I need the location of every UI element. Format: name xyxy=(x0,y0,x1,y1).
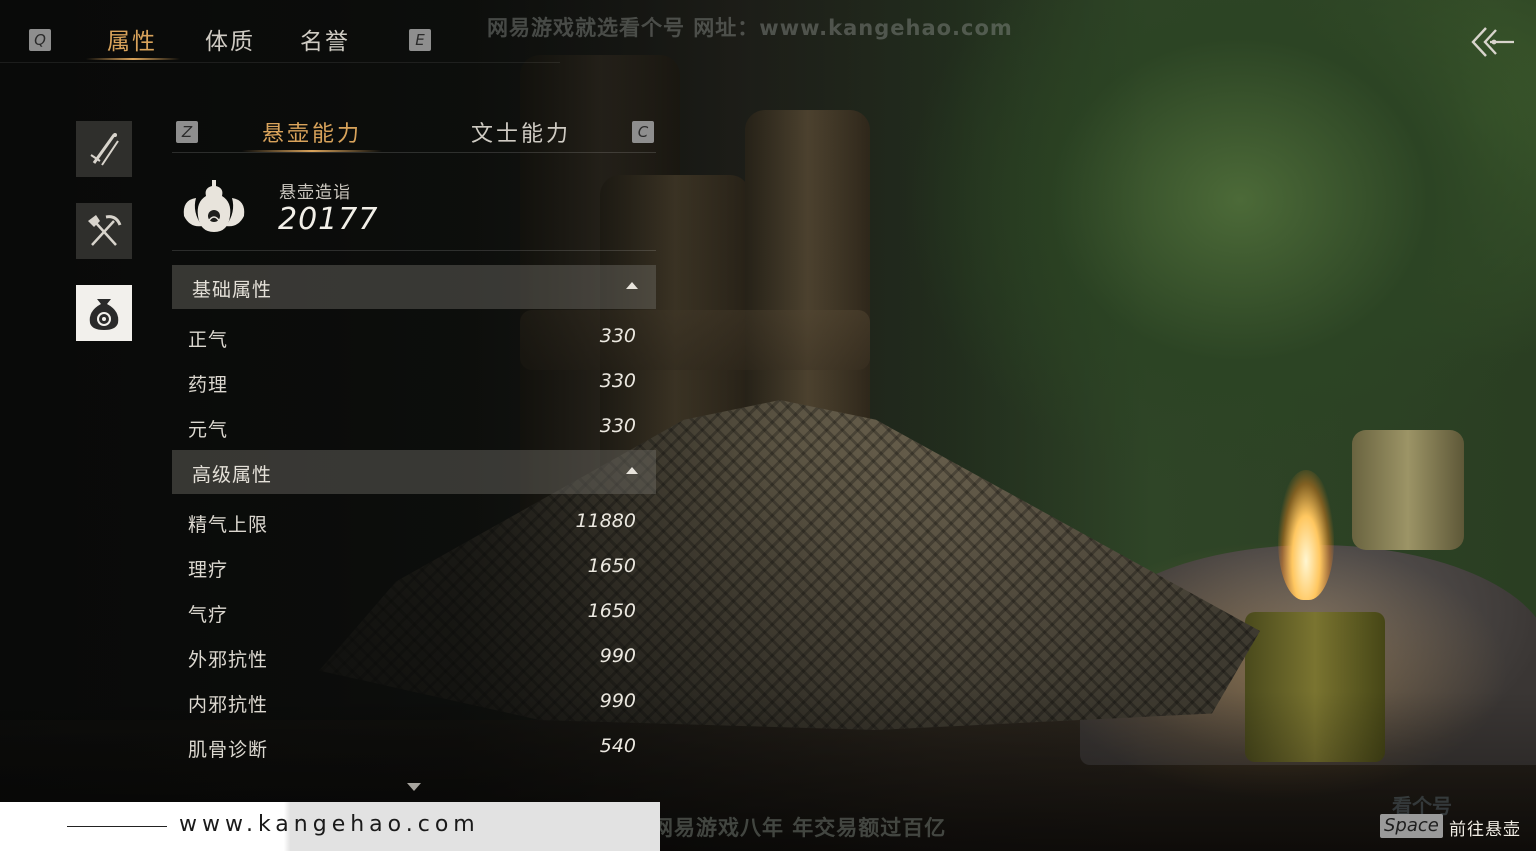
footer-divider xyxy=(67,826,167,827)
stat-value: 990 xyxy=(599,690,636,712)
stat-name: 元气 xyxy=(188,419,229,441)
stat-name: 精气上限 xyxy=(188,514,269,536)
stat-row: 药理 330 xyxy=(172,360,656,405)
stat-value: 540 xyxy=(599,735,636,757)
stat-value: 330 xyxy=(599,325,636,347)
mastery-value: 20177 xyxy=(278,202,379,237)
stat-row: 肌骨诊断 540 xyxy=(172,725,656,770)
footer-url: www.kangehao.com xyxy=(179,812,480,837)
watermark-top: 网易游戏就选看个号 网址：www.kangehao.com xyxy=(487,16,1013,40)
side-tab-martial[interactable] xyxy=(76,121,132,177)
stat-name: 药理 xyxy=(188,374,229,396)
stat-row: 正气 330 xyxy=(172,315,656,360)
back-arrow-icon xyxy=(1471,27,1514,57)
stat-row: 内邪抗性 990 xyxy=(172,680,656,725)
section-title: 基础属性 xyxy=(192,279,273,301)
stat-row: 元气 330 xyxy=(172,405,656,450)
stat-name: 外邪抗性 xyxy=(188,649,269,671)
stat-row: 气疗 1650 xyxy=(172,590,656,635)
space-key-hint[interactable]: Space xyxy=(1380,814,1443,838)
pouch-icon xyxy=(89,299,119,330)
tab-reputation[interactable]: 名誉 xyxy=(300,22,350,56)
stat-value: 330 xyxy=(599,415,636,437)
tab-constitution[interactable]: 体质 xyxy=(205,22,255,56)
prev-tab-key[interactable]: Q xyxy=(29,29,51,51)
stat-name: 正气 xyxy=(188,329,229,351)
goto-medicine-action[interactable]: 前往悬壶 xyxy=(1449,815,1521,840)
prev-subtab-key[interactable]: Z xyxy=(176,121,198,143)
section-advanced-attributes[interactable]: 高级属性 xyxy=(172,450,656,494)
stat-name: 气疗 xyxy=(188,604,229,626)
scroll-down-icon[interactable] xyxy=(407,783,421,791)
stat-value: 330 xyxy=(599,370,636,392)
stat-value: 1650 xyxy=(587,555,636,577)
active-tab-underline xyxy=(86,58,180,60)
sub-tab-bar: Z 悬壶能力 文士能力 C xyxy=(172,108,656,153)
sword-brush-icon xyxy=(90,133,119,166)
side-tab-gathering[interactable] xyxy=(76,203,132,259)
stat-value: 11880 xyxy=(575,510,636,532)
section-basic-attributes[interactable]: 基础属性 xyxy=(172,265,656,309)
stat-name: 理疗 xyxy=(188,559,229,581)
next-tab-key[interactable]: E xyxy=(409,29,431,51)
tab-attributes[interactable]: 属性 xyxy=(107,22,157,56)
tab-scholar-ability[interactable]: 文士能力 xyxy=(471,116,571,148)
next-subtab-key[interactable]: C xyxy=(632,121,654,143)
stat-value: 1650 xyxy=(587,600,636,622)
section-title: 高级属性 xyxy=(192,464,273,486)
top-tab-bar: Q 属性 体质 名誉 E xyxy=(0,0,560,63)
mastery-summary: 悬壶造诣 20177 xyxy=(172,164,656,251)
stat-name: 内邪抗性 xyxy=(188,694,269,716)
stat-row: 外邪抗性 990 xyxy=(172,635,656,680)
tab-medicine-ability[interactable]: 悬壶能力 xyxy=(262,116,362,148)
stat-value: 990 xyxy=(599,645,636,667)
back-button[interactable] xyxy=(1468,24,1516,60)
stat-name: 肌骨诊断 xyxy=(188,739,269,761)
active-subtab-underline xyxy=(242,150,382,152)
gourd-icon xyxy=(183,180,245,232)
collapse-caret-icon xyxy=(626,467,638,474)
side-tab-medicine[interactable] xyxy=(76,285,132,341)
stat-row: 精气上限 11880 xyxy=(172,500,656,545)
mastery-label: 悬壶造诣 xyxy=(279,183,351,203)
collapse-caret-icon xyxy=(626,282,638,289)
shovel-pickaxe-icon xyxy=(88,215,122,246)
stat-row: 理疗 1650 xyxy=(172,545,656,590)
